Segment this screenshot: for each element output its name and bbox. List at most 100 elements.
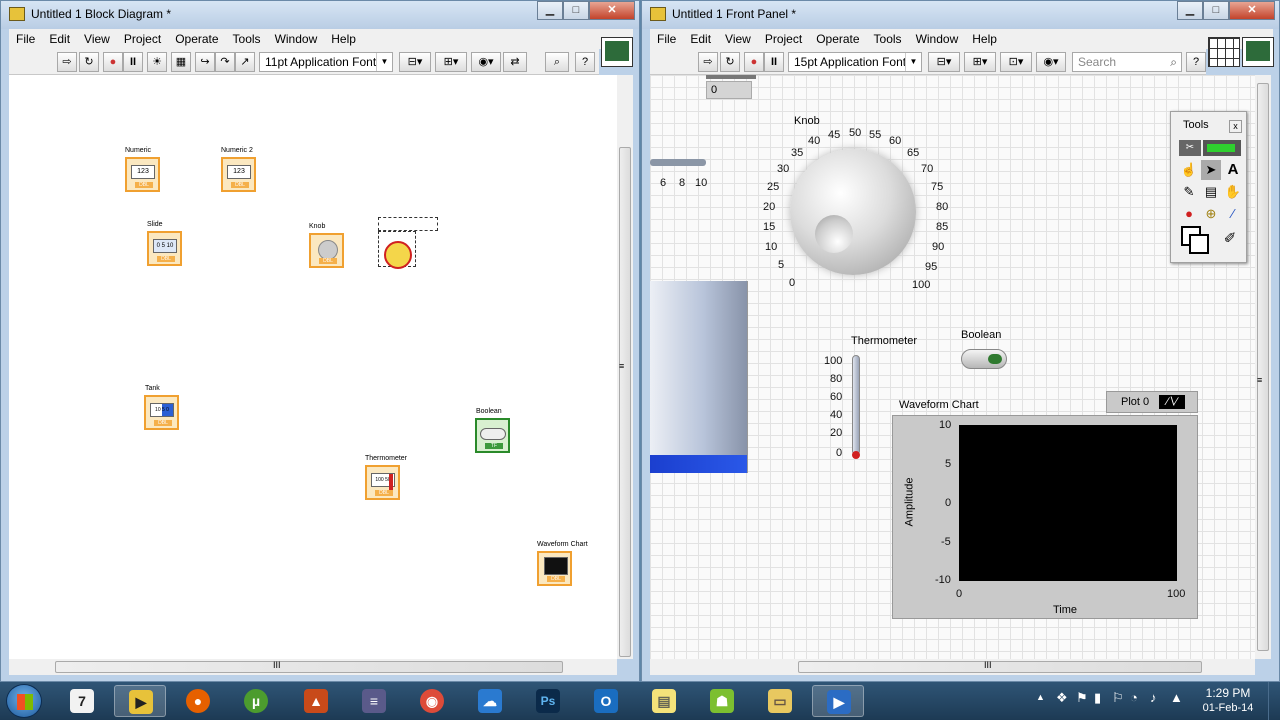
resize-objects-icon[interactable]: ⊡▾	[1000, 52, 1032, 72]
maximize-button[interactable]: □	[563, 1, 589, 20]
taskbar-app[interactable]: ▤	[638, 685, 690, 717]
dropbox-icon[interactable]: ❖	[1056, 690, 1068, 706]
vi-icon[interactable]	[601, 37, 633, 67]
menu-tools[interactable]: Tools	[867, 32, 909, 46]
close-button[interactable]: ✕	[1229, 1, 1275, 20]
abort-icon[interactable]: ●	[744, 52, 764, 72]
wiring-tool-icon[interactable]: ✎	[1179, 182, 1199, 202]
taskbar-app[interactable]: 7	[56, 685, 108, 717]
taskbar-app[interactable]: ☗	[696, 685, 748, 717]
menu-view[interactable]: View	[718, 32, 758, 46]
menu-help[interactable]: Help	[324, 32, 363, 46]
minimize-button[interactable]: ▁	[1177, 1, 1203, 20]
scroll-thumb[interactable]	[798, 661, 1202, 673]
menu-edit[interactable]: Edit	[683, 32, 718, 46]
start-button[interactable]	[6, 684, 42, 718]
step-into-icon[interactable]: ↪	[195, 52, 215, 72]
coloring-tool-icon[interactable]: ✐	[1219, 228, 1241, 250]
text-tool-icon[interactable]: A	[1223, 160, 1243, 180]
search-icon[interactable]: ⌕	[545, 52, 569, 72]
distribute-objects-icon[interactable]: ⊞▾	[964, 52, 996, 72]
highlight-execution-icon[interactable]: ☀	[147, 52, 167, 72]
pause-icon[interactable]: II	[764, 52, 784, 72]
reorder-icon[interactable]: ◉▾	[471, 52, 501, 72]
usb-icon[interactable]: ▮	[1094, 690, 1101, 706]
numeric-2-terminal[interactable]: 123 DBL	[221, 157, 256, 192]
scroll-thumb[interactable]	[619, 147, 631, 657]
title-bar[interactable]: Untitled 1 Front Panel * ▁ □ ✕	[642, 1, 1279, 29]
taskbar-app[interactable]: ≡	[348, 685, 400, 717]
numeric-control[interactable]: 0	[706, 81, 752, 99]
taskbar-app[interactable]: ▶	[812, 685, 864, 717]
title-bar[interactable]: Untitled 1 Block Diagram * ▁ □ ✕	[1, 1, 639, 29]
align-objects-icon[interactable]: ⊟▾	[928, 52, 960, 72]
taskbar-app[interactable]: ●	[172, 685, 224, 717]
run-continuously-icon[interactable]: ↻	[720, 52, 740, 72]
vertical-scrollbar[interactable]: ≡	[1255, 75, 1271, 659]
block-diagram-canvas[interactable]: Numeric 123 DBL Numeric 2 123 DBL Slide …	[9, 75, 617, 659]
slide-terminal[interactable]: 0 5 10 DBL	[147, 231, 182, 266]
scroll-tool-icon[interactable]: ✋	[1223, 182, 1243, 202]
menu-tools[interactable]: Tools	[226, 32, 268, 46]
thermometer-terminal[interactable]: 100 50 DBL	[365, 465, 400, 500]
maximize-button[interactable]: □	[1203, 1, 1229, 20]
abort-icon[interactable]: ●	[103, 52, 123, 72]
breakpoint-tool-icon[interactable]: ●	[1179, 204, 1199, 224]
taskbar-app[interactable]: ▶	[114, 685, 166, 717]
reorder-icon[interactable]: ◉▾	[1036, 52, 1066, 72]
tank-control[interactable]	[650, 281, 748, 473]
distribute-objects-icon[interactable]: ⊞▾	[435, 52, 467, 72]
align-objects-icon[interactable]: ⊟▾	[399, 52, 431, 72]
knob-control[interactable]	[790, 149, 916, 275]
retain-wire-values-icon[interactable]: ▦	[171, 52, 191, 72]
menu-window[interactable]: Window	[268, 32, 325, 46]
close-icon[interactable]: x	[1229, 120, 1242, 133]
menu-window[interactable]: Window	[909, 32, 966, 46]
volume-icon[interactable]: ♪	[1150, 690, 1157, 705]
font-select[interactable]: 15pt Application Font ▼	[788, 52, 922, 72]
taskbar-app[interactable]: Ps	[522, 685, 574, 717]
vertical-scrollbar[interactable]: ≡	[617, 75, 633, 659]
battery-icon[interactable]: ▲	[1170, 690, 1183, 705]
minimize-button[interactable]: ▁	[537, 1, 563, 20]
knob-terminal[interactable]: DBL	[309, 233, 344, 268]
taskbar-app[interactable]: ▲	[290, 685, 342, 717]
scroll-thumb[interactable]	[1257, 83, 1269, 651]
run-arrow-icon[interactable]: ⇨	[698, 52, 718, 72]
network-icon[interactable]: ⚑	[1076, 690, 1088, 706]
plot-area[interactable]	[959, 425, 1177, 581]
close-button[interactable]: ✕	[589, 1, 635, 20]
show-hidden-icons[interactable]: ▲	[1036, 692, 1045, 702]
color-swatch-back-icon[interactable]	[1189, 234, 1209, 254]
pause-icon[interactable]: II	[123, 52, 143, 72]
taskbar-app[interactable]: ▭	[754, 685, 806, 717]
menu-view[interactable]: View	[77, 32, 117, 46]
step-over-icon[interactable]: ↷	[215, 52, 235, 72]
horizontal-scrollbar[interactable]: III	[650, 659, 1255, 675]
menu-project[interactable]: Project	[758, 32, 809, 46]
front-panel-canvas[interactable]: 0 6 8 10 Knob 0 5 10 15 20 25 30 35 40 4…	[650, 75, 1255, 659]
shortcut-menu-tool-icon[interactable]: ▤	[1201, 182, 1221, 202]
automatic-tool-icon[interactable]: ✂	[1179, 140, 1201, 156]
menu-file[interactable]: File	[9, 32, 42, 46]
taskbar-app[interactable]: O	[580, 685, 632, 717]
slide-track[interactable]	[650, 159, 706, 166]
menu-operate[interactable]: Operate	[168, 32, 225, 46]
help-icon[interactable]: ?	[1186, 52, 1206, 72]
font-select[interactable]: 11pt Application Font ▼	[259, 52, 393, 72]
waveform-chart-terminal[interactable]: DBL	[537, 551, 572, 586]
scroll-thumb[interactable]	[55, 661, 563, 673]
taskbar-app[interactable]: ◉	[406, 685, 458, 717]
run-continuously-icon[interactable]: ↻	[79, 52, 99, 72]
auto-select-led-icon[interactable]	[1203, 140, 1241, 156]
taskbar-app[interactable]: ☁	[464, 685, 516, 717]
flag-icon[interactable]: ⚐	[1112, 690, 1124, 706]
tank-terminal[interactable]: 10 5 0 DBL	[144, 395, 179, 430]
show-desktop-button[interactable]	[1268, 682, 1280, 720]
menu-operate[interactable]: Operate	[809, 32, 866, 46]
color-copy-tool-icon[interactable]: ⁄	[1223, 204, 1243, 224]
plot-legend[interactable]: Plot 0 ∕∖∕	[1106, 391, 1198, 413]
wifi-icon[interactable]: ◔	[1130, 690, 1138, 705]
run-arrow-icon[interactable]: ⇨	[57, 52, 77, 72]
cleanup-diagram-icon[interactable]: ⇄	[503, 52, 527, 72]
